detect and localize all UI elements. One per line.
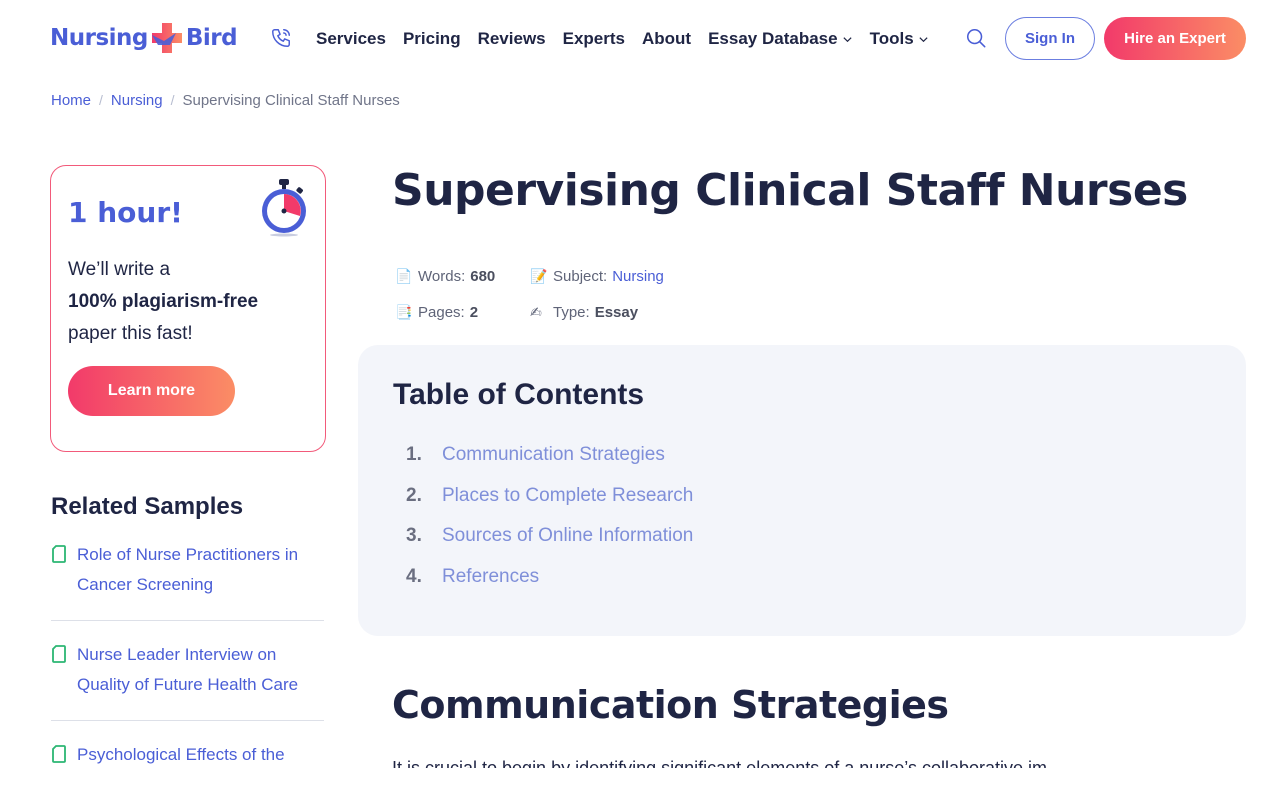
memo-icon: 📝 (530, 267, 548, 284)
learn-more-button[interactable]: Learn more (68, 366, 235, 416)
meta-label: Pages: (418, 303, 465, 321)
logo[interactable]: Nursing Bird (50, 20, 238, 56)
nav-label: Experts (562, 29, 625, 48)
nav-label: Tools (869, 29, 914, 48)
meta-row: 📄 Words: 680 📝 Subject: Nursing (395, 258, 665, 294)
meta-type: ✍ Type: Essay (530, 304, 665, 321)
meta-value: 680 (470, 267, 496, 285)
breadcrumb-current: Supervising Clinical Staff Nurses (182, 91, 400, 109)
related-sample-item[interactable]: Psychological Effects of the (51, 740, 324, 790)
document-icon (52, 645, 66, 663)
related-samples-title: Related Samples (51, 493, 244, 520)
promo-line-bold: 100% plagiarism-free (68, 286, 308, 318)
nav-pricing[interactable]: Pricing (403, 29, 461, 49)
promo-line: We’ll write a (68, 259, 171, 280)
article-body-text: It is crucial to begin by identifying si… (392, 758, 1047, 768)
promo-text: We’ll write a 100% plagiarism-free paper… (68, 254, 308, 350)
meta-subject: 📝 Subject: Nursing (530, 268, 665, 285)
meta-words: 📄 Words: 680 (395, 268, 530, 285)
meta-value: 2 (469, 303, 479, 321)
related-sample-item[interactable]: Nurse Leader Interview on Quality of Fut… (51, 640, 324, 721)
hire-expert-button[interactable]: Hire an Expert (1104, 17, 1246, 60)
toc-title: Table of Contents (393, 378, 645, 411)
sign-in-button[interactable]: Sign In (1005, 17, 1095, 60)
nav-label: Essay Database (708, 29, 838, 48)
nav-essay-database[interactable]: Essay Database (708, 29, 852, 49)
toc-number: 2. (406, 484, 422, 506)
meta-value: Essay (594, 303, 639, 321)
nav-services[interactable]: Services (316, 29, 386, 49)
nav-label: Services (316, 29, 386, 48)
nav-label: Pricing (402, 29, 461, 48)
page-icon: 📄 (395, 267, 413, 284)
meta-label: Type: (553, 303, 590, 321)
article-meta: 📄 Words: 680 📝 Subject: Nursing 📑 Pages:… (395, 258, 665, 330)
promo-card: 1 hour! We’ll write a 100% plagiarism-fr… (50, 165, 326, 452)
promo-emphasis: 100% plagiarism-free (68, 291, 259, 312)
promo-line: paper this fast! (68, 323, 193, 344)
search-icon[interactable] (965, 27, 987, 49)
meta-subject-link[interactable]: Nursing (612, 268, 664, 285)
phone-icon[interactable] (270, 27, 292, 49)
related-sample-link[interactable]: Nurse Leader Interview on Quality of Fut… (77, 645, 298, 694)
related-sample-link[interactable]: Psychological Effects of the (77, 745, 285, 764)
nav-label: About (642, 29, 692, 48)
toc-item: 2. Places to Complete Research (406, 476, 693, 517)
meta-label: Subject: (553, 267, 608, 285)
page-title: Supervising Clinical Staff Nurses (392, 165, 1188, 216)
breadcrumb-home[interactable]: Home (51, 92, 91, 109)
nav-reviews[interactable]: Reviews (478, 29, 546, 49)
nav-experts[interactable]: Experts (563, 29, 625, 49)
document-icon (52, 545, 66, 563)
toc-link[interactable]: References (442, 566, 539, 588)
stopwatch-icon (262, 179, 306, 237)
related-sample-link[interactable]: Role of Nurse Practitioners in Cancer Sc… (77, 545, 298, 594)
related-samples-list: Role of Nurse Practitioners in Cancer Sc… (51, 540, 324, 809)
breadcrumb-separator: / (170, 92, 175, 108)
logo-text-bird: Bird (185, 25, 238, 51)
meta-row: 📑 Pages: 2 ✍ Type: Essay (395, 294, 665, 330)
section-title: Communication Strategies (392, 683, 949, 727)
toc-link[interactable]: Communication Strategies (442, 444, 665, 466)
toc-number: 3. (406, 525, 422, 547)
related-sample-item[interactable]: Role of Nurse Practitioners in Cancer Sc… (51, 540, 324, 621)
nav-about[interactable]: About (642, 29, 691, 49)
chevron-down-icon (919, 36, 928, 42)
breadcrumb-nursing[interactable]: Nursing (111, 92, 163, 109)
site-header: Nursing Bird Services Pricing Reviews Ex… (0, 0, 1280, 78)
promo-title: 1 hour! (68, 196, 183, 229)
toc-item: 3. Sources of Online Information (406, 516, 693, 557)
toc-link[interactable]: Places to Complete Research (442, 485, 693, 507)
pages-icon: 📑 (395, 303, 413, 320)
breadcrumb: Home / Nursing / Supervising Clinical St… (51, 90, 400, 110)
toc-number: 4. (406, 565, 422, 587)
toc-list: 1. Communication Strategies 2. Places to… (406, 435, 693, 597)
table-of-contents: Table of Contents 1. Communication Strat… (358, 345, 1246, 636)
breadcrumb-separator: / (99, 92, 103, 108)
toc-link[interactable]: Sources of Online Information (442, 525, 693, 547)
main-nav: Services Pricing Reviews Experts About E… (316, 26, 929, 52)
nav-label: Reviews (477, 29, 546, 48)
bird-cross-icon (151, 23, 182, 53)
meta-pages: 📑 Pages: 2 (395, 304, 530, 321)
nav-tools[interactable]: Tools (870, 29, 929, 49)
chevron-down-icon (842, 36, 852, 42)
toc-number: 1. (406, 444, 422, 466)
meta-label: Words: (418, 267, 466, 285)
document-icon (52, 745, 66, 763)
logo-text-nursing: Nursing (50, 25, 148, 51)
toc-item: 4. References (406, 557, 693, 598)
toc-item: 1. Communication Strategies (406, 435, 693, 476)
writing-hand-icon: ✍ (530, 303, 542, 320)
